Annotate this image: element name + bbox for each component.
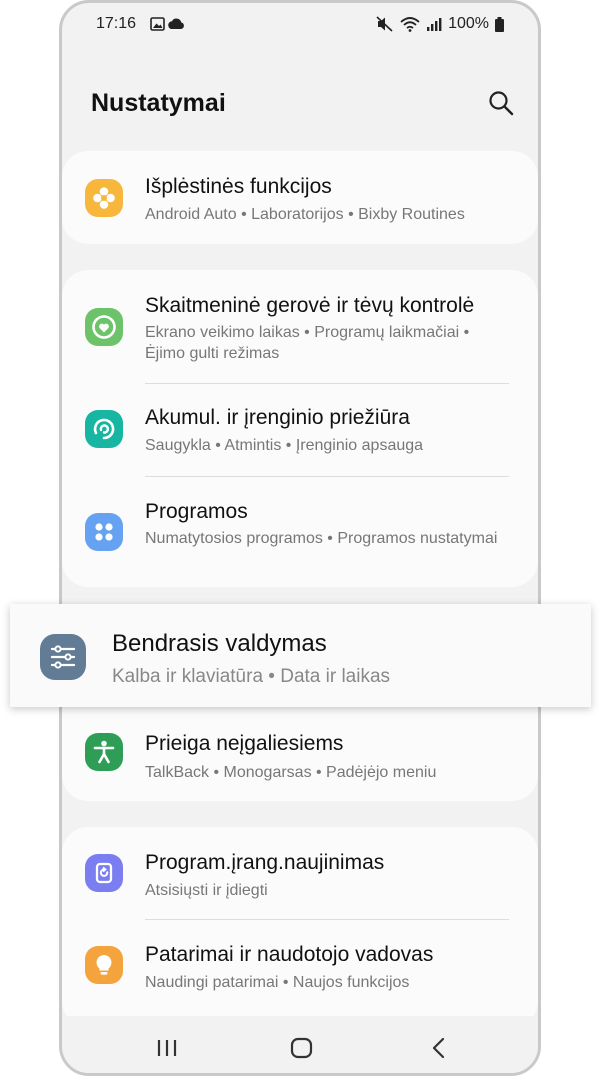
setting-title: Akumul. ir įrenginio priežiūra <box>145 406 410 429</box>
back-icon <box>432 1037 445 1059</box>
software-update-icon <box>85 854 123 892</box>
setting-apps[interactable]: Programos Numatytosios programos • Progr… <box>62 477 538 587</box>
home-button[interactable] <box>289 1036 315 1060</box>
search-icon <box>489 91 514 116</box>
setting-title: Patarimai ir naudotojo vadovas <box>145 943 434 966</box>
setting-subtitle: Android Auto • Laboratorijos • Bixby Rou… <box>145 206 465 223</box>
setting-subtitle: Saugykla • Atmintis • Įrenginio apsauga <box>145 437 424 454</box>
setting-subtitle: TalkBack • Monogarsas • Padėjėjo meniu <box>145 764 437 781</box>
status-system-icons: 100% <box>376 15 504 33</box>
status-notification-icons <box>150 17 190 31</box>
setting-title: Programos <box>145 500 248 523</box>
phone-frame: 17:16 100% Nustatymai Išplėstinės funkci… <box>59 0 541 1076</box>
setting-battery-device-care[interactable]: Akumul. ir įrenginio priežiūra Saugykla … <box>62 384 538 476</box>
settings-card-advanced: Išplėstinės funkcijos Android Auto • Lab… <box>62 151 538 244</box>
setting-subtitle: Kalba ir klaviatūra • Data ir laikas <box>112 666 391 687</box>
setting-general-management[interactable]: Bendrasis valdymas Kalba ir klaviatūra •… <box>10 604 591 707</box>
accessibility-icon <box>85 733 123 771</box>
page-title: Nustatymai <box>91 89 226 117</box>
recent-apps-button[interactable] <box>154 1036 182 1060</box>
setting-subtitle: Ekrano veikimo laikas • Programų laikmač… <box>145 324 470 362</box>
settings-card-device: Skaitmeninė gerovė ir tėvų kontrolė Ekra… <box>62 270 538 587</box>
mute-icon <box>376 16 393 32</box>
search-button[interactable] <box>487 89 515 117</box>
home-icon <box>290 1037 313 1059</box>
status-bar: 17:16 100% <box>62 11 538 37</box>
back-button[interactable] <box>429 1036 449 1060</box>
battery-icon <box>495 16 504 32</box>
setting-digital-wellbeing[interactable]: Skaitmeninė gerovė ir tėvų kontrolė Ekra… <box>62 270 538 382</box>
settings-card-support: Program.įrang.naujinimas Atsisiųsti ir į… <box>62 827 538 1027</box>
setting-tips-user-manual[interactable]: Patarimai ir naudotojo vadovas Naudingi … <box>62 920 538 1012</box>
gallery-cloud-icon <box>150 17 184 31</box>
setting-subtitle: Numatytosios programos • Programos nusta… <box>145 530 498 547</box>
wellbeing-icon <box>85 308 123 346</box>
setting-title: Bendrasis valdymas <box>112 630 327 657</box>
wifi-icon <box>400 17 420 32</box>
setting-advanced-features[interactable]: Išplėstinės funkcijos Android Auto • Lab… <box>62 151 538 244</box>
signal-icon <box>427 18 442 31</box>
setting-title: Skaitmeninė gerovė ir tėvų kontrolė <box>145 294 475 317</box>
setting-software-update[interactable]: Program.įrang.naujinimas Atsisiųsti ir į… <box>62 827 538 919</box>
setting-subtitle: Atsisiųsti ir įdiegti <box>145 882 268 899</box>
navigation-bar <box>62 1016 538 1073</box>
setting-subtitle: Naudingi patarimai • Naujos funkcijos <box>145 974 410 991</box>
setting-accessibility[interactable]: Prieiga neįgaliesiems TalkBack • Monogar… <box>62 714 538 801</box>
setting-title: Prieiga neįgaliesiems <box>145 732 344 755</box>
setting-title: Program.įrang.naujinimas <box>145 851 385 874</box>
setting-title: Išplėstinės funkcijos <box>145 175 332 198</box>
battery-percent: 100% <box>448 15 489 32</box>
advanced-features-icon <box>85 179 123 217</box>
status-time: 17:16 <box>96 15 137 32</box>
tips-icon <box>85 946 123 984</box>
general-management-icon <box>40 634 86 680</box>
apps-icon <box>85 513 123 551</box>
device-care-icon <box>85 410 123 448</box>
recent-apps-icon <box>157 1040 177 1056</box>
